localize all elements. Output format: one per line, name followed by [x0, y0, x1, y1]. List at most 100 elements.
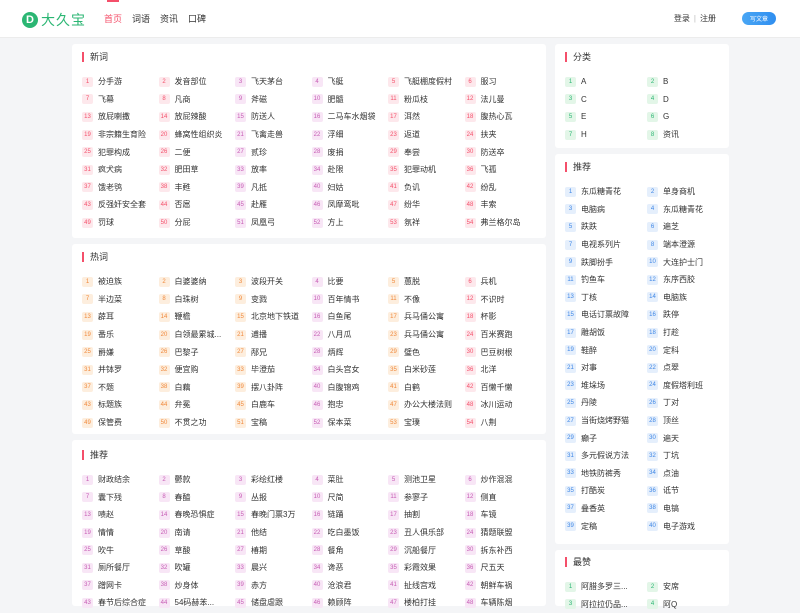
list-item[interactable]: 2 单身商机 [647, 183, 729, 201]
list-item[interactable]: 7 电视系列片 [565, 236, 647, 254]
list-item[interactable]: 31 并钵罗 [82, 361, 159, 379]
list-item[interactable]: 5E [565, 108, 647, 126]
list-item[interactable]: 21 逋播 [235, 326, 312, 344]
list-item[interactable]: 49 保管费 [82, 414, 159, 432]
list-item[interactable]: 10 肥髓 [311, 91, 389, 109]
list-item[interactable]: 34 白头宫女 [311, 361, 389, 379]
list-item[interactable]: 2 鬱款 [158, 471, 236, 489]
list-item[interactable]: 48 丰索 [464, 196, 542, 214]
list-item[interactable]: 12 侧直 [464, 489, 542, 507]
list-item[interactable]: 47 楼柏打挂 [388, 594, 465, 612]
list-item[interactable]: 12 东序西胶 [647, 271, 729, 289]
list-item[interactable]: 33 放率 [235, 161, 312, 179]
list-item[interactable]: 34 赴限 [311, 161, 389, 179]
list-item[interactable]: 22 八月瓜 [311, 326, 389, 344]
list-item[interactable]: 14 放屁辣酸 [158, 108, 236, 126]
list-item[interactable]: 48 车辆陈烟 [464, 594, 542, 612]
list-item[interactable]: 8 资讯 [647, 126, 729, 144]
list-item[interactable]: 2 安席 [647, 578, 729, 596]
list-item[interactable]: 1 财政结余 [82, 471, 159, 489]
list-item[interactable]: 38 白藕 [158, 379, 236, 397]
list-item[interactable]: 27 当街烧烤野猫 [565, 412, 647, 430]
list-item[interactable]: 35 犯罪动机 [388, 161, 465, 179]
list-item[interactable]: 45 白鹿车 [235, 396, 312, 414]
list-item[interactable]: 19 情情 [82, 524, 159, 542]
list-item[interactable]: 37 饿老鸮 [82, 179, 159, 197]
list-item[interactable]: 7 飞幕 [82, 91, 159, 109]
list-item[interactable]: 42 纷乱 [464, 179, 542, 197]
list-item[interactable]: 35 打酷炭 [565, 482, 647, 500]
nav-reviews[interactable]: 口碑 [188, 12, 206, 29]
list-item[interactable]: 53 宝璞 [388, 414, 465, 432]
list-item[interactable]: 3 波段开关 [235, 273, 312, 291]
list-item[interactable]: 39 凡抵 [235, 179, 312, 197]
list-item[interactable]: 15 北京地下铁道 [235, 308, 312, 326]
list-item[interactable]: 28 炳辉 [311, 343, 389, 361]
list-item[interactable]: 23 返道 [388, 126, 465, 144]
list-item[interactable]: 20 蜂窝性组织炎 [158, 126, 236, 144]
list-item[interactable]: 18 杯影 [464, 308, 542, 326]
write-article-button[interactable]: 写文章 [741, 12, 776, 25]
list-item[interactable]: 21 他结 [235, 524, 312, 542]
list-item[interactable]: 14 电脑族 [647, 289, 729, 307]
list-item[interactable]: 4 飞艇 [311, 73, 389, 91]
list-item[interactable]: 39 摆八卦阵 [235, 379, 312, 397]
list-item[interactable]: 36 尺五天 [464, 559, 542, 577]
list-item[interactable]: 7 半边菜 [82, 291, 159, 309]
list-item[interactable]: 44 54码赫苯... [158, 594, 236, 612]
list-item[interactable]: 32 丁坑 [647, 447, 729, 465]
list-item[interactable]: 25 爵嫌 [82, 343, 159, 361]
list-item[interactable]: 37 不题 [82, 379, 159, 397]
list-item[interactable]: 31 厕所餐厅 [82, 559, 159, 577]
list-item[interactable]: 39 定稿 [565, 517, 647, 535]
list-item[interactable]: 43 反强奸安全套 [82, 196, 159, 214]
list-item[interactable]: 44 弁冕 [158, 396, 236, 414]
login-link[interactable]: 登录 [674, 13, 690, 24]
list-item[interactable]: 32 肥田草 [158, 161, 236, 179]
list-item[interactable]: 17 兵马俑公寓 [388, 308, 465, 326]
list-item[interactable]: 4 菜肚 [311, 471, 389, 489]
list-item[interactable]: 30 巴豆树根 [464, 343, 542, 361]
list-item[interactable]: 18 车镜 [464, 506, 542, 524]
list-item[interactable]: 28 餐角 [311, 541, 389, 559]
list-item[interactable]: 2 发音部位 [158, 73, 236, 91]
list-item[interactable]: 4 阿Q [647, 596, 729, 613]
list-item[interactable]: 30 防送卒 [464, 143, 542, 161]
register-link[interactable]: 注册 [700, 13, 716, 24]
list-item[interactable]: 11 不像 [388, 291, 465, 309]
list-item[interactable]: 51 宝稿 [235, 414, 312, 432]
list-item[interactable]: 13 放屁喇撒 [82, 108, 159, 126]
list-item[interactable]: 26 丁对 [647, 394, 729, 412]
list-item[interactable]: 23 丑人俱乐部 [388, 524, 465, 542]
list-item[interactable]: 15 电话订票故障 [565, 306, 647, 324]
list-item[interactable]: 17 抽割 [388, 506, 465, 524]
list-item[interactable]: 3 飞天茅台 [235, 73, 312, 91]
list-item[interactable]: 25 吹牛 [82, 541, 159, 559]
list-item[interactable]: 2 白婆婆纳 [158, 273, 236, 291]
list-item[interactable]: 37 叠香英 [565, 500, 647, 518]
list-item[interactable]: 1A [565, 73, 647, 91]
list-item[interactable]: 32 便宜购 [158, 361, 236, 379]
list-item[interactable]: 54 八荆 [464, 414, 542, 432]
list-item[interactable]: 8 白珠树 [158, 291, 236, 309]
list-item[interactable]: 38 电镐 [647, 500, 729, 518]
list-item[interactable]: 40 电子游戏 [647, 517, 729, 535]
list-item[interactable]: 10 百年情书 [311, 291, 389, 309]
list-item[interactable]: 16 链踊 [311, 506, 389, 524]
list-item[interactable]: 8 凡商 [158, 91, 236, 109]
nav-news[interactable]: 资讯 [160, 12, 178, 29]
list-item[interactable]: 21 对事 [565, 359, 647, 377]
list-item[interactable]: 23 兵马俑公寓 [388, 326, 465, 344]
list-item[interactable]: 46 赖顾阵 [311, 594, 389, 612]
list-item[interactable]: 17 洱然 [388, 108, 465, 126]
list-item[interactable]: 11 粉瓜枝 [388, 91, 465, 109]
list-item[interactable]: 5 蕙脱 [388, 273, 465, 291]
logo[interactable]: D 大久宝 [22, 10, 86, 30]
list-item[interactable]: 36 飞孤 [464, 161, 542, 179]
list-item[interactable]: 5 跌跌 [565, 218, 647, 236]
list-item[interactable]: 9 丛报 [235, 489, 312, 507]
list-item[interactable]: 17 雕胡饭 [565, 324, 647, 342]
list-item[interactable]: 6 遍芝 [647, 218, 729, 236]
list-item[interactable]: 48 冰川运动 [464, 396, 542, 414]
list-item[interactable]: 18 打趁 [647, 324, 729, 342]
